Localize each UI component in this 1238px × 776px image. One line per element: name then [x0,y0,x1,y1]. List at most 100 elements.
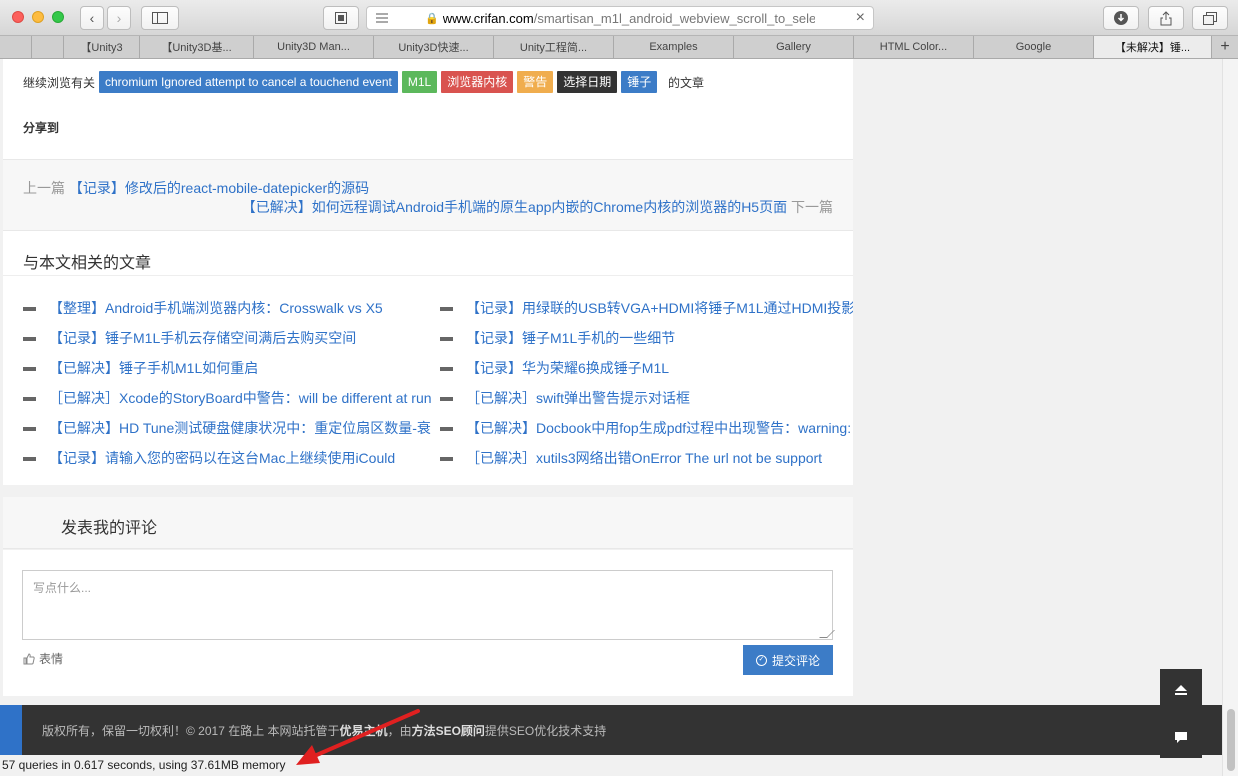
list-item: 【记录】用绿联的USB转VGA+HDMI将锤子M1L通过HDMI投影 [440,298,853,328]
related-link[interactable]: 【已解决】Docbook中用fop生成pdf过程中出现警告：warning: [466,418,851,438]
comment-jump-button[interactable] [1160,716,1202,758]
related-link[interactable]: ［已解决］xutils3网络出错OnError The url not be s… [466,448,822,468]
tag-link[interactable]: 锤子 [621,71,658,93]
tag-link[interactable]: 警告 [517,71,554,93]
url-text: www.crifan.com/smartisan_m1l_android_web… [442,10,815,26]
annotation-arrow-icon [296,709,420,765]
bullet-icon [440,337,453,341]
stop-button[interactable] [323,6,359,30]
post-navigation: 上一篇 【记录】修改后的react-mobile-datepicker的源码 【… [3,159,853,231]
prev-post-link[interactable]: 【记录】修改后的react-mobile-datepicker的源码 [69,180,369,196]
check-circle-icon: ✓ [755,654,767,666]
tags-suffix: 的文章 [668,76,705,90]
list-item: 【记录】锤子M1L手机的一些细节 [440,328,853,358]
bullet-icon [23,367,36,371]
comment-input[interactable]: 写点什么... [22,570,835,640]
tab[interactable]: Examples [614,36,734,58]
related-link[interactable]: 【已解决】锤子手机M1L如何重启 [49,358,258,378]
bullet-icon [23,307,36,311]
tag-link[interactable]: chromium Ignored attempt to cancel a tou… [99,71,398,93]
tab-overview-button[interactable] [1192,6,1228,30]
tab[interactable] [32,36,64,58]
related-link[interactable]: ［已解决］swift弹出警告提示对话框 [466,388,690,408]
prev-label: 上一篇 [23,180,65,196]
share-icon [1160,10,1172,25]
tab[interactable]: HTML Color... [854,36,974,58]
share-label: 分享到 [23,121,60,135]
related-link[interactable]: 【记录】华为荣耀6换成锤子M1L [466,358,669,378]
next-post: 【已解决】如何远程调试Android手机端的原生app内嵌的Chrome内核的浏… [242,197,833,217]
tab-active[interactable]: 【未解决】锤... [1094,36,1212,58]
list-item: 【记录】请输入您的密码以在这台Mac上继续使用iCould [23,448,433,478]
bullet-icon [23,397,36,401]
related-link[interactable]: 【记录】请输入您的密码以在这台Mac上继续使用iCould [49,448,395,468]
related-title: 与本文相关的文章 [23,255,152,272]
list-item: ［已解决］Xcode的StoryBoard中警告：will be differe… [23,388,433,418]
download-icon [1114,11,1128,25]
tag-row: 继续浏览有关 chromium Ignored attempt to cance… [3,59,853,159]
list-item: 【已解决】HD Tune测试硬盘健康状况中：重定位扇区数量-衰 [23,418,433,448]
tag-link[interactable]: M1L [401,71,438,93]
query-stats: 57 queries in 0.617 seconds, using 37.61… [2,758,286,772]
tabs-icon [1203,11,1217,25]
comment-header: 发表我的评论 [3,497,853,549]
window-controls [12,11,64,23]
tag-list: chromium Ignored attempt to cancel a tou… [99,71,658,93]
scrollbar-thumb[interactable] [1227,709,1235,771]
tab-bar: 【Unity3 【Unity3D基... Unity3D Man... Unit… [0,36,1238,59]
new-tab-button[interactable]: + [1212,36,1238,58]
tab[interactable]: 【Unity3 [64,36,140,58]
page-content: 继续浏览有关 chromium Ignored attempt to cance… [0,59,1222,776]
tab[interactable]: Unity3D Man... [254,36,374,58]
site-footer: 版权所有，保留一切权利！© 2017 在路上 本网站托管于优易主机，由方法SEO… [0,705,1222,755]
bullet-icon [23,337,36,341]
stop-icon [335,12,347,24]
related-list-left: 【整理】Android手机端浏览器内核：Crosswalk vs X5 【记录】… [23,298,433,478]
page-scrollbar[interactable] [1222,59,1238,776]
comment-icon [1175,731,1187,743]
zoom-window-button[interactable] [52,11,64,23]
submit-label: 提交评论 [771,653,820,668]
address-bar[interactable]: 🔒 www.crifan.com/smartisan_m1l_android_w… [366,6,874,30]
chevron-right-icon: › [116,10,122,26]
reader-icon[interactable] [373,10,391,26]
tag-link[interactable]: 浏览器内核 [441,71,514,93]
back-to-top-button[interactable] [1160,669,1202,711]
resize-handle-icon[interactable] [819,630,835,638]
tab[interactable]: Unity工程简... [494,36,614,58]
close-window-button[interactable] [12,11,24,23]
related-link[interactable]: 【记录】锤子M1L手机的一些细节 [466,328,675,348]
related-link[interactable]: 【记录】锤子M1L手机云存储空间满后去购买空间 [49,328,356,348]
forward-button[interactable]: › [107,6,131,30]
tag-link[interactable]: 选择日期 [557,71,618,93]
related-link[interactable]: 【整理】Android手机端浏览器内核：Crosswalk vs X5 [49,298,383,318]
tab[interactable]: Unity3D快速... [374,36,494,58]
related-link[interactable]: 【记录】用绿联的USB转VGA+HDMI将锤子M1L通过HDMI投影 [466,298,853,318]
tab[interactable]: Google [974,36,1094,58]
downloads-button[interactable] [1103,6,1139,30]
submit-comment-button[interactable]: ✓ 提交评论 [743,645,833,675]
divider [3,275,853,276]
list-item: 【已解决】锤子手机M1L如何重启 [23,358,433,388]
clear-url-icon[interactable]: × [856,9,865,27]
next-post-link[interactable]: 【已解决】如何远程调试Android手机端的原生app内嵌的Chrome内核的浏… [242,199,787,215]
minimize-window-button[interactable] [32,11,44,23]
tab[interactable] [0,36,32,58]
back-button[interactable]: ‹ [80,6,104,30]
related-link[interactable]: ［已解决］Xcode的StoryBoard中警告：will be differe… [49,388,432,408]
tab[interactable]: 【Unity3D基... [140,36,254,58]
tab[interactable]: Gallery [734,36,854,58]
share-button[interactable] [1148,6,1184,30]
next-label: 下一篇 [791,199,833,215]
bullet-icon [440,457,453,461]
comment-placeholder: 写点什么... [33,581,92,595]
related-link[interactable]: 【已解决】HD Tune测试硬盘健康状况中：重定位扇区数量-衰 [49,418,431,438]
comment-title: 发表我的评论 [61,520,158,537]
footer-accent [0,705,22,755]
emoji-button[interactable]: 表情 [23,650,63,667]
sidebar-button[interactable] [141,6,179,30]
comment-form: 写点什么... 表情 ✓ 提交评论 [3,550,853,696]
bullet-icon [440,427,453,431]
list-item: ［已解决］xutils3网络出错OnError The url not be s… [440,448,853,478]
chevron-left-icon: ‹ [89,10,95,26]
